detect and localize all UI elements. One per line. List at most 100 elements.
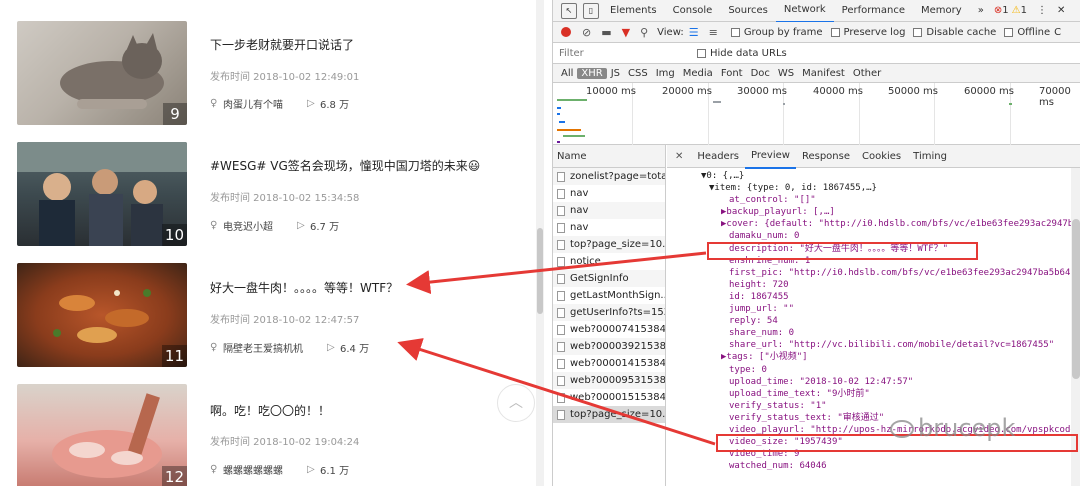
type-media[interactable]: Media [679,68,717,79]
clear-icon[interactable]: ⊘ [582,26,591,39]
tab-memory[interactable]: Memory [913,0,970,22]
request-row[interactable]: GetSignInfo [553,270,665,287]
video-title[interactable]: 啊。吃！吃〇〇的！！ [210,402,330,419]
preview-scrollbar-thumb[interactable] [1072,219,1080,379]
play-icon: ▷ [327,341,335,353]
video-thumbnail[interactable]: 11 [17,263,187,367]
tab-elements[interactable]: Elements [602,0,665,22]
inspect-icon[interactable]: ↖ [561,2,577,19]
tree-node[interactable]: ▼0: {,…} [667,170,1080,182]
back-to-top-button[interactable]: ︿ [497,384,535,422]
tab-console[interactable]: Console [665,0,721,22]
resource-type-bar: All XHR JS CSS Img Media Font Doc WS Man… [553,64,1080,83]
type-all[interactable]: All [557,68,577,79]
author-name[interactable]: 肉蛋儿有个喵 [223,96,283,111]
type-ws[interactable]: WS [774,68,798,79]
request-row[interactable]: web?00007415384... [553,321,665,338]
request-row[interactable]: nav [553,185,665,202]
list-item[interactable]: 9 [17,21,187,125]
request-row[interactable]: nav [553,219,665,236]
search-icon[interactable]: ⚲ [640,26,648,39]
request-bar [557,99,587,101]
more-tabs-button[interactable]: » [970,0,992,22]
disable-cache-checkbox[interactable] [913,27,923,37]
page-scrollbar-thumb[interactable] [537,228,543,314]
device-toggle-icon[interactable]: ▯ [583,2,599,19]
video-meta: ♀ 螺螺螺螺螺螺 ▷ 6.1 万 [210,462,349,477]
request-row[interactable]: getLastMonthSign... [553,287,665,304]
tree-node[interactable]: ▶backup_playurl: [,…] [667,206,1080,218]
request-name: getLastMonthSign... [570,290,665,301]
request-bar [557,113,560,115]
tree-node[interactable]: ▶cover: {default: "http://i0.hdslb.com/b… [667,218,1080,230]
tree-node: share_url: "http://vc.bilibili.com/mobil… [729,340,1055,351]
request-row[interactable]: web?00001515384... [553,389,665,406]
request-row[interactable]: nav [553,202,665,219]
type-doc[interactable]: Doc [747,68,774,79]
request-row[interactable]: web?00003921538... [553,338,665,355]
error-icon[interactable]: ⊗ [994,5,1002,16]
close-detail-icon[interactable]: ✕ [667,151,691,162]
video-thumbnail[interactable]: 9 [17,21,187,125]
waterfall-icon[interactable]: ≡ [709,26,718,39]
request-row[interactable]: web?00009531538... [553,372,665,389]
play-count: 6.8 万 [320,100,350,111]
tab-performance[interactable]: Performance [834,0,913,22]
tree-node[interactable]: ▶tags: ["小视频"] [667,351,1080,363]
tab-cookies[interactable]: Cookies [856,145,907,168]
tab-headers[interactable]: Headers [691,145,745,168]
tab-response[interactable]: Response [796,145,856,168]
filter-input[interactable] [559,45,689,61]
network-overview-timeline[interactable]: 10000 ms 20000 ms 30000 ms 40000 ms 5000… [553,83,1080,145]
tab-preview[interactable]: Preview [745,144,796,169]
author-name[interactable]: 隔壁老王爱搞机机 [223,340,303,355]
video-title[interactable]: 好大一盘牛肉！。。。。等等！WTF？ [210,279,398,296]
type-font[interactable]: Font [717,68,747,79]
warning-icon[interactable]: ⚠ [1012,5,1021,16]
tree-node[interactable]: ▼item: {type: 0, id: 1867455,…} [667,182,1080,194]
hide-data-urls-checkbox[interactable] [697,48,706,58]
list-item[interactable]: 11 [17,263,187,367]
close-devtools-icon[interactable]: ✕ [1057,5,1065,16]
list-item[interactable]: 12 [17,384,187,486]
request-row[interactable]: zonelist?page=tota... [553,168,665,185]
throttling-select[interactable]: C [1054,27,1061,38]
menu-icon[interactable]: ⋮ [1037,5,1047,16]
video-thumbnail[interactable]: 10 [17,142,187,246]
request-name: top?page_size=10... [570,239,665,250]
type-xhr[interactable]: XHR [577,67,607,79]
filter-icon[interactable]: ▼ [622,26,630,39]
author-name[interactable]: 螺螺螺螺螺螺 [223,462,283,477]
name-column-header[interactable]: Name [553,145,665,168]
type-css[interactable]: CSS [624,68,652,79]
video-title[interactable]: #WESG# VG签名会现场，憧现中国刀塔的未来😃 [210,157,480,174]
play-count: 6.4 万 [340,344,370,355]
type-other[interactable]: Other [849,68,885,79]
screenshot-icon[interactable]: ▬ [601,26,611,39]
view-label: View: [657,26,684,38]
request-row[interactable]: web?00001415384... [553,355,665,372]
record-icon[interactable] [561,27,571,37]
group-by-frame-checkbox[interactable] [730,27,740,37]
preserve-log-checkbox[interactable] [830,27,840,37]
type-manifest[interactable]: Manifest [798,68,849,79]
tab-network[interactable]: Network [775,0,834,23]
type-img[interactable]: Img [652,68,679,79]
request-row[interactable]: notice [553,253,665,270]
type-js[interactable]: JS [607,68,624,79]
group-by-frame-label: Group by frame [743,26,823,38]
offline-checkbox[interactable] [1004,27,1014,37]
author-name[interactable]: 电竞迟小超 [223,218,273,233]
timeline-label: 40000 ms [813,86,863,97]
video-title[interactable]: 下一步老财就要开口说话了 [210,36,354,53]
tab-sources[interactable]: Sources [720,0,776,22]
publish-time: 发布时间 2018-10-02 15:34:58 [210,193,360,204]
request-row[interactable]: getUserInfo?ts=153... [553,304,665,321]
publish-time: 发布时间 2018-10-02 12:47:57 [210,315,360,326]
request-row-selected[interactable]: top?page_size=10... [553,406,665,423]
request-row[interactable]: top?page_size=10... [553,236,665,253]
large-rows-icon[interactable]: ☰ [689,26,699,39]
tab-timing[interactable]: Timing [907,145,953,168]
video-thumbnail[interactable]: 12 [17,384,187,486]
list-item[interactable]: 10 [17,142,187,246]
